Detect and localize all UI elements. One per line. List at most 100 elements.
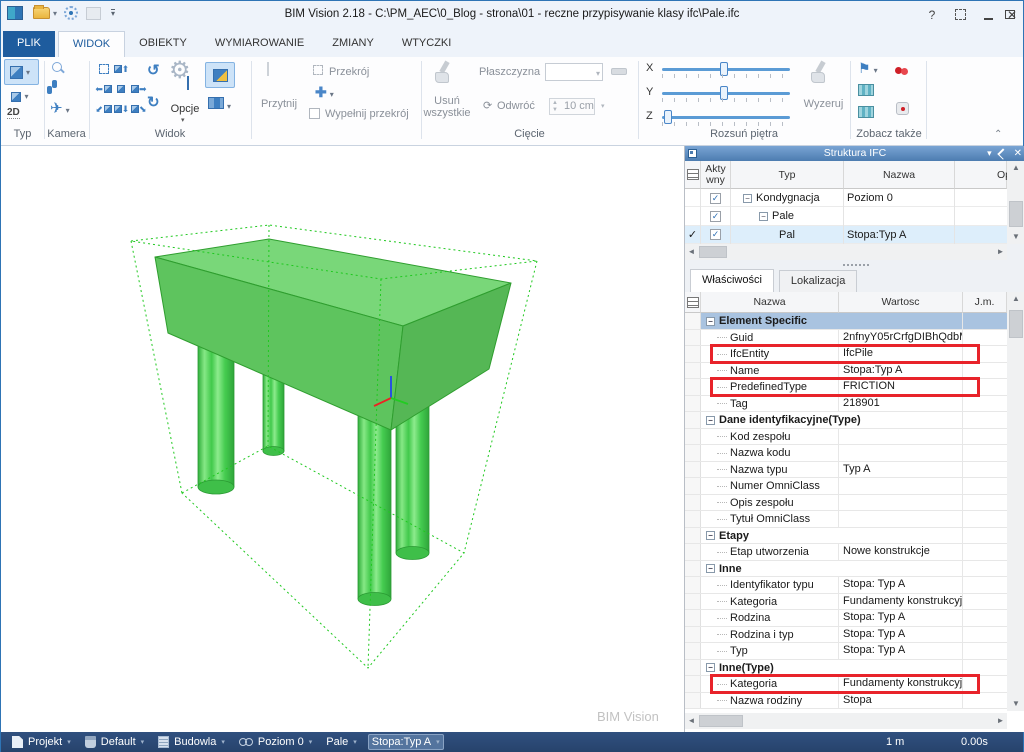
- view-bottom-icon[interactable]: ⬇: [112, 99, 129, 119]
- flag-icon[interactable]: ⚑▾: [858, 60, 881, 77]
- rotate-cw-icon[interactable]: ↻: [147, 93, 160, 111]
- property-row[interactable]: Opis zespołu: [685, 495, 1007, 512]
- property-row[interactable]: Kod zespołu: [685, 429, 1007, 446]
- tree-row-pal-selected[interactable]: ✓ ✓ Pal Stopa:Typ A: [685, 226, 1007, 244]
- fly-tool-icon[interactable]: ✈▾: [50, 99, 73, 117]
- column-nazwa[interactable]: Nazwa: [701, 292, 839, 313]
- view-right-icon[interactable]: ➡: [130, 79, 147, 99]
- options-button[interactable]: Opcje: [163, 103, 207, 115]
- explode-y-slider[interactable]: Y: [646, 85, 796, 105]
- options-dropdown-icon[interactable]: ▾: [181, 116, 185, 124]
- column-opis[interactable]: Opis: [955, 161, 1007, 189]
- add-section-button[interactable]: ✚▾: [315, 84, 337, 101]
- active-checkbox[interactable]: ✓: [701, 207, 731, 225]
- status-default[interactable]: Default▾: [82, 735, 147, 749]
- panel-menu-icon[interactable]: ▾: [987, 146, 992, 161]
- zoom-extents-icon[interactable]: [95, 59, 112, 79]
- tab-wlasciwosci[interactable]: Właściwości: [690, 269, 774, 292]
- property-row[interactable]: IfcEntityIfcPile: [685, 346, 1007, 363]
- close-button[interactable]: ✕: [1001, 6, 1023, 24]
- properties-hscrollbar[interactable]: ◄ ►: [685, 713, 1007, 729]
- property-row[interactable]: Nazwa rodzinyStopa: [685, 693, 1007, 710]
- property-row[interactable]: KategoriaFundamenty konstrukcyjne: [685, 594, 1007, 611]
- view-front-icon[interactable]: [112, 79, 129, 99]
- clip-button[interactable]: Przytnij: [253, 98, 305, 110]
- struktura-title-bar[interactable]: Struktura IFC ▾ ✕: [685, 146, 1024, 161]
- column-nazwa[interactable]: Nazwa: [844, 161, 955, 189]
- field-chooser[interactable]: [685, 292, 701, 313]
- property-group-row[interactable]: −Dane identyfikacyjne(Type): [685, 412, 1007, 429]
- status-poziom[interactable]: Poziom 0▾: [236, 735, 315, 749]
- property-row[interactable]: Numer OmniClass: [685, 478, 1007, 495]
- property-group-row[interactable]: −Etapy: [685, 528, 1007, 545]
- wall-layers-icon-2[interactable]: [858, 106, 874, 121]
- collapse-icon[interactable]: −: [706, 531, 715, 540]
- view-type-alt-button[interactable]: ▾: [4, 88, 39, 105]
- help-button[interactable]: ?: [921, 6, 943, 24]
- struktura-hscrollbar[interactable]: ◄ ►: [685, 244, 1007, 260]
- tab-obiekty[interactable]: OBIEKTY: [125, 31, 201, 57]
- minimize-button[interactable]: [977, 6, 999, 24]
- property-row[interactable]: Nazwa typuTyp A: [685, 462, 1007, 479]
- view-left-icon[interactable]: ⬅: [95, 79, 112, 99]
- property-row[interactable]: RodzinaStopa: Typ A: [685, 610, 1007, 627]
- property-row[interactable]: PredefinedTypeFRICTION: [685, 379, 1007, 396]
- tree-row-kondygnacja[interactable]: ✓ −Kondygnacja Poziom 0: [685, 189, 1007, 207]
- property-group-row[interactable]: −Inne: [685, 561, 1007, 578]
- tab-lokalizacja[interactable]: Lokalizacja: [779, 270, 857, 292]
- panel-close-icon[interactable]: ✕: [1014, 146, 1022, 161]
- z-slider-track[interactable]: [662, 116, 790, 119]
- remove-all-button[interactable]: Usuń wszystkie: [419, 95, 475, 119]
- frame-button[interactable]: [949, 6, 971, 24]
- tree-type-cell[interactable]: −Pale: [731, 207, 844, 225]
- collapse-icon[interactable]: −: [706, 317, 715, 326]
- field-chooser[interactable]: [685, 161, 701, 189]
- red-elements-icon[interactable]: [895, 66, 909, 79]
- collapse-ribbon-icon[interactable]: ⌃: [994, 129, 1002, 140]
- property-row[interactable]: Tag218901: [685, 396, 1007, 413]
- section-distance-spinner[interactable]: ▲▼10 cm: [549, 98, 595, 115]
- view-sw-icon[interactable]: ⬋: [95, 99, 112, 119]
- column-jm[interactable]: J.m.: [963, 292, 1007, 313]
- column-aktywny[interactable]: Aktywny: [701, 161, 731, 189]
- property-row[interactable]: KategoriaFundamenty konstrukcyjne: [685, 676, 1007, 693]
- status-pale[interactable]: Pale▾: [323, 735, 360, 749]
- reset-button[interactable]: Wyzeruj: [796, 98, 851, 110]
- column-typ[interactable]: Typ: [731, 161, 844, 189]
- wall-layers-icon-1[interactable]: [858, 84, 874, 99]
- paint-mode-button[interactable]: [205, 62, 235, 88]
- property-row[interactable]: Nazwa kodu: [685, 445, 1007, 462]
- tab-widok[interactable]: WIDOK: [58, 31, 125, 57]
- map-icon[interactable]: ▾: [208, 97, 234, 112]
- panel-splitter[interactable]: [843, 264, 869, 266]
- plane-minus-button[interactable]: [611, 68, 627, 75]
- struktura-vscrollbar[interactable]: ▲ ▼: [1007, 161, 1024, 244]
- property-row[interactable]: Tytuł OmniClass: [685, 511, 1007, 528]
- panel-pin-icon[interactable]: [997, 148, 1008, 159]
- property-group-row[interactable]: −Inne(Type): [685, 660, 1007, 677]
- tab-zmiany[interactable]: ZMIANY: [318, 31, 388, 57]
- property-group-row[interactable]: −Element Specific: [685, 313, 1007, 330]
- property-row[interactable]: Guid2nfnyY05rCrfgDIBhQdbMN: [685, 330, 1007, 347]
- y-slider-track[interactable]: [662, 92, 790, 95]
- viewport-3d[interactable]: BIM Vision: [1, 146, 685, 732]
- explode-x-slider[interactable]: X: [646, 61, 796, 81]
- rotate-ccw-icon[interactable]: ↺: [147, 61, 160, 79]
- view-top-icon[interactable]: ⬆: [112, 59, 129, 79]
- property-row[interactable]: NameStopa:Typ A: [685, 363, 1007, 380]
- view-se-icon[interactable]: ⬊: [130, 99, 147, 119]
- explode-z-slider[interactable]: Z: [646, 109, 796, 129]
- tab-wtyczki[interactable]: WTYCZKI: [388, 31, 466, 57]
- property-row[interactable]: Identyfikator typuStopa: Typ A: [685, 577, 1007, 594]
- view-2d-button[interactable]: 2D: [7, 107, 20, 119]
- property-row[interactable]: Etap utworzeniaNowe konstrukcje: [685, 544, 1007, 561]
- distance-dropdown-icon[interactable]: ▾: [601, 102, 605, 110]
- status-projekt[interactable]: Projekt▾: [9, 735, 74, 749]
- component-icon[interactable]: [896, 102, 909, 118]
- tree-type-cell[interactable]: Pal: [731, 226, 844, 244]
- active-checkbox[interactable]: ✓: [701, 189, 731, 207]
- plane-select[interactable]: ▾: [545, 63, 603, 81]
- tab-plik[interactable]: PLIK: [3, 31, 55, 57]
- property-row[interactable]: TypStopa: Typ A: [685, 643, 1007, 660]
- tab-wymiarowanie[interactable]: WYMIAROWANIE: [201, 31, 318, 57]
